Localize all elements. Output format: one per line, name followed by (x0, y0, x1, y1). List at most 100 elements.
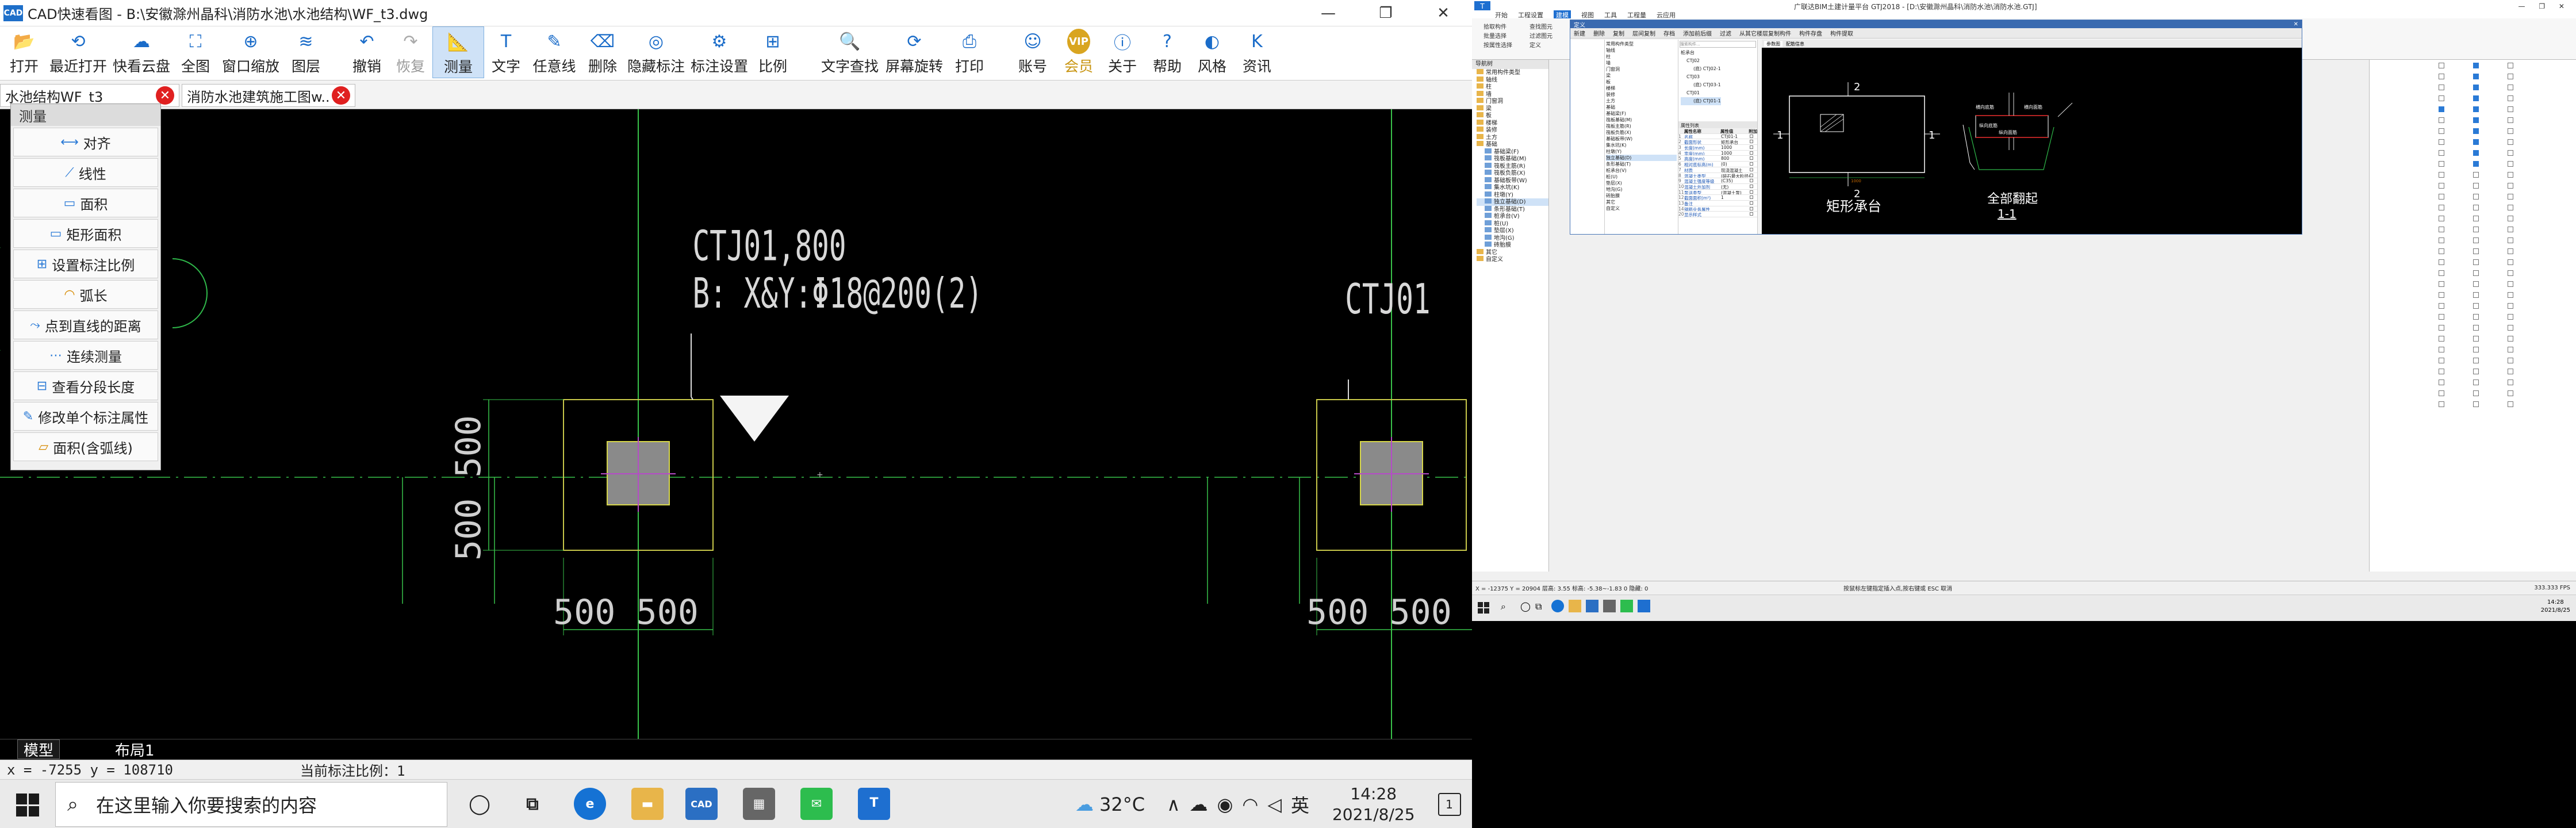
display-checkbox[interactable] (2508, 324, 2513, 331)
nav-tree-item[interactable]: 条形基础(T) (1477, 205, 1548, 213)
property-checkbox[interactable] (1750, 167, 1753, 171)
property-checkbox[interactable] (1750, 134, 1753, 138)
display-checkbox[interactable] (2473, 346, 2479, 352)
clock[interactable]: 14:28 2021/8/25 (2541, 599, 2570, 615)
display-checkbox[interactable] (2508, 226, 2513, 232)
display-checkbox[interactable] (2473, 160, 2479, 167)
search-icon[interactable]: ⌕ (1501, 601, 1506, 612)
dialog-tool-9[interactable]: 构件提取 (1830, 29, 1853, 37)
display-checkbox[interactable] (2508, 313, 2513, 320)
display-checkbox[interactable] (2439, 302, 2444, 309)
display-checkbox[interactable] (2508, 335, 2513, 342)
nav-tree-item[interactable]: 基础梁(F) (1477, 148, 1548, 156)
display-checkbox[interactable] (2508, 73, 2513, 79)
file-explorer-icon[interactable] (1569, 600, 1581, 612)
notification-icon[interactable]: 1 (1438, 792, 1461, 816)
display-checkbox[interactable] (2508, 171, 2513, 178)
nav-tree-item[interactable]: 垫层(X) (1477, 227, 1548, 235)
display-checkbox[interactable] (2473, 390, 2479, 396)
network-icon[interactable]: ☁ (1189, 793, 1208, 815)
measure-item-5[interactable]: ◠ 弧长 (13, 280, 158, 309)
nav-tree-item[interactable]: 其它 (1477, 248, 1548, 256)
property-checkbox[interactable] (1750, 162, 1753, 166)
ribbon-item[interactable]: 查找图元 (1529, 22, 1552, 30)
display-checkbox[interactable] (2473, 95, 2479, 101)
weather-temp[interactable]: 32°C (1099, 793, 1145, 815)
tab-rebar-info[interactable]: 配筋信息 (1786, 41, 1804, 47)
display-checkbox[interactable] (2473, 226, 2479, 232)
wechat-icon[interactable]: ✉ (800, 788, 833, 820)
property-row[interactable]: 20 显示样式 (1678, 212, 1757, 217)
toolbar-undo-button[interactable]: ↶ 撤销 (345, 26, 389, 78)
toolbar-scale-button[interactable]: ⊞ 比例 (751, 26, 795, 78)
edge-browser-icon[interactable] (1551, 600, 1564, 612)
display-checkbox[interactable] (2508, 193, 2513, 200)
display-checkbox[interactable] (2508, 379, 2513, 385)
property-checkbox[interactable] (1750, 179, 1753, 183)
measure-item-4[interactable]: ⊞ 设置标注比例 (13, 250, 158, 278)
display-checkbox[interactable] (2508, 346, 2513, 352)
display-checkbox[interactable] (2439, 270, 2444, 276)
nav-tree-item[interactable]: 墙 (1477, 90, 1548, 98)
restore-icon[interactable]: ❐ (1357, 0, 1414, 26)
category-item[interactable]: 基础梁(F) (1606, 110, 1677, 117)
display-checkbox[interactable] (2439, 324, 2444, 331)
display-checkbox[interactable] (2473, 182, 2479, 189)
display-checkbox[interactable] (2473, 259, 2479, 265)
measure-item-6[interactable]: ⤳ 点到直线的距离 (13, 310, 158, 339)
display-checkbox[interactable] (2508, 160, 2513, 167)
nav-tree-item[interactable]: 基础 (1477, 141, 1548, 148)
display-checkbox[interactable] (2473, 401, 2479, 407)
nav-tree-item[interactable]: 门窗洞 (1477, 98, 1548, 105)
nav-tree-item[interactable]: 桩承台(V) (1477, 213, 1548, 220)
nav-tree-item[interactable]: 轴线 (1477, 76, 1548, 84)
start-button-icon[interactable] (16, 793, 39, 816)
display-checkbox[interactable] (2439, 193, 2444, 200)
toolbar-fit-all-button[interactable]: ⛶ 全图 (172, 26, 218, 78)
toolbar-text-button[interactable]: T 文字 (484, 26, 528, 78)
toolbar-hide-annotation-button[interactable]: ◎ 隐藏标注 (624, 26, 688, 78)
measure-item-0[interactable]: ⟷ 对齐 (13, 128, 158, 156)
display-checkbox[interactable] (2473, 270, 2479, 276)
display-checkbox[interactable] (2473, 150, 2479, 156)
ribbon-item[interactable]: 定义 (1529, 40, 1541, 49)
dialog-tool-7[interactable]: 从其它楼层复制构件 (1739, 29, 1791, 37)
display-checkbox[interactable] (2508, 182, 2513, 189)
display-checkbox[interactable] (2473, 313, 2479, 320)
display-checkbox[interactable] (2473, 73, 2479, 79)
property-checkbox[interactable] (1750, 140, 1753, 144)
property-checkbox[interactable] (1750, 195, 1753, 200)
display-checkbox[interactable] (2508, 128, 2513, 134)
property-checkbox[interactable] (1750, 184, 1753, 188)
property-row[interactable]: 13 备注 (1678, 201, 1757, 206)
measure-item-2[interactable]: ▭ 面积 (13, 189, 158, 217)
dialog-tool-2[interactable]: 复制 (1613, 29, 1624, 37)
display-checkbox[interactable] (2473, 281, 2479, 287)
nav-tree-item[interactable]: 柱墩(Y) (1477, 191, 1548, 199)
display-checkbox[interactable] (2439, 292, 2444, 298)
component-search-input[interactable]: 搜索构件... (1680, 41, 1756, 48)
nav-tree-item[interactable]: 装修 (1477, 126, 1548, 134)
toolbar-rotate-screen-button[interactable]: ⟳ 屏幕旋转 (882, 26, 946, 78)
toolbar-style-button[interactable]: ◐ 风格 (1190, 26, 1234, 78)
ribbon-item[interactable]: 过滤图元 (1529, 31, 1552, 40)
timeline-icon[interactable]: ⧉ (516, 788, 549, 820)
display-checkbox[interactable] (2439, 106, 2444, 112)
category-item[interactable]: 轴线 (1606, 47, 1677, 53)
display-checkbox[interactable] (2508, 106, 2513, 112)
display-checkbox[interactable] (2508, 237, 2513, 243)
display-checkbox[interactable] (2439, 204, 2444, 210)
property-row[interactable]: 14 钢筋业务属性 (1678, 206, 1757, 212)
timeline-icon[interactable]: ⧉ (1535, 601, 1542, 612)
category-item[interactable]: 门窗洞 (1606, 66, 1677, 72)
calculator-icon[interactable]: ▦ (743, 788, 775, 820)
task-view-icon[interactable]: ◯ (1520, 601, 1531, 612)
taskbar-search[interactable]: ⌕ 在这里输入你要搜索的内容 (55, 782, 447, 827)
nav-tree-item[interactable]: 梁 (1477, 105, 1548, 113)
toolbar-vip-button[interactable]: VIP 会员 (1057, 26, 1101, 78)
display-checkbox[interactable] (2508, 259, 2513, 265)
category-item[interactable]: 板 (1606, 79, 1677, 85)
display-checkbox[interactable] (2508, 248, 2513, 254)
display-checkbox[interactable] (2473, 237, 2479, 243)
display-checkbox[interactable] (2439, 139, 2444, 145)
